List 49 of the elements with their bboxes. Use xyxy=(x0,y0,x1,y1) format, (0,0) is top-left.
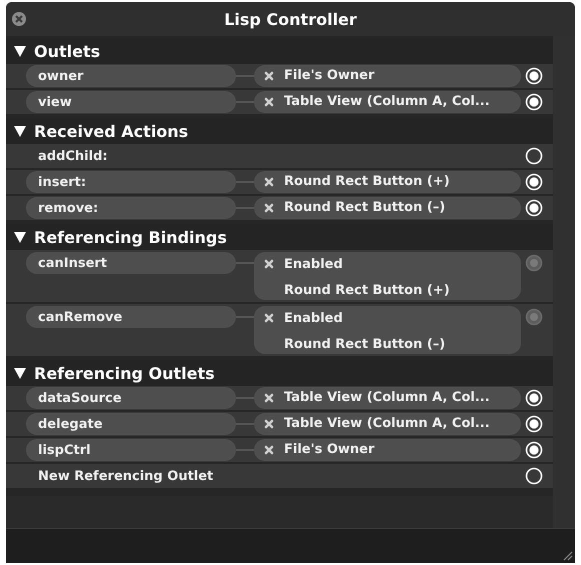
target-label: Round Rect Button (+) xyxy=(284,282,450,300)
remove-icon[interactable] xyxy=(264,203,274,213)
connection-name: canRemove xyxy=(26,306,236,328)
connection-name: remove: xyxy=(26,197,236,219)
empty-circle-icon[interactable] xyxy=(525,147,543,165)
remove-icon[interactable] xyxy=(264,97,274,107)
connected-circle-icon[interactable] xyxy=(525,173,543,191)
connection-name: New Referencing Outlet xyxy=(37,468,214,484)
connected-circle-icon[interactable] xyxy=(525,67,543,85)
connection-name: view xyxy=(26,91,236,113)
disclosure-triangle-icon[interactable] xyxy=(14,126,26,136)
remove-icon[interactable] xyxy=(264,71,274,81)
disclosure-triangle-icon[interactable] xyxy=(14,368,26,378)
target-label: Table View (Column A, Col... xyxy=(284,415,490,433)
connection-name: delegate xyxy=(26,413,236,435)
binding-circle-icon[interactable] xyxy=(525,308,543,326)
connected-circle-icon[interactable] xyxy=(525,199,543,217)
target-label: Round Rect Button (+) xyxy=(284,173,450,191)
binding-circle-icon[interactable] xyxy=(525,254,543,272)
target-label: Table View (Column A, Col... xyxy=(284,389,490,407)
remove-icon[interactable] xyxy=(264,393,274,403)
connection-name: dataSource xyxy=(26,387,236,409)
remove-icon[interactable] xyxy=(264,259,274,269)
resize-grip-icon[interactable] xyxy=(561,549,573,561)
connected-circle-icon[interactable] xyxy=(525,415,543,433)
target-label: Enabled xyxy=(284,256,344,274)
connection-name: lispCtrl xyxy=(26,439,236,461)
target-label: File's Owner xyxy=(284,67,374,85)
target-label: Round Rect Button (–) xyxy=(284,336,446,354)
close-icon[interactable] xyxy=(12,12,26,26)
connection-name: insert: xyxy=(26,171,236,193)
connection-name: addChild: xyxy=(37,148,108,164)
target-label: Round Rect Button (–) xyxy=(284,199,446,217)
connected-circle-icon[interactable] xyxy=(525,389,543,407)
disclosure-triangle-icon[interactable] xyxy=(14,46,26,56)
remove-icon[interactable] xyxy=(264,313,274,323)
disclosure-triangle-icon[interactable] xyxy=(14,232,26,242)
connection-name: owner xyxy=(26,65,236,87)
window-title: Lisp Controller xyxy=(224,10,357,28)
target-label: Enabled xyxy=(284,310,344,328)
remove-icon[interactable] xyxy=(264,177,274,187)
target-label: File's Owner xyxy=(284,441,374,459)
empty-circle-icon[interactable] xyxy=(525,467,543,485)
connection-name: canInsert xyxy=(26,252,236,274)
connected-circle-icon[interactable] xyxy=(525,441,543,459)
remove-icon[interactable] xyxy=(264,445,274,455)
remove-icon[interactable] xyxy=(264,419,274,429)
target-label: Table View (Column A, Col... xyxy=(284,93,490,111)
connected-circle-icon[interactable] xyxy=(525,93,543,111)
